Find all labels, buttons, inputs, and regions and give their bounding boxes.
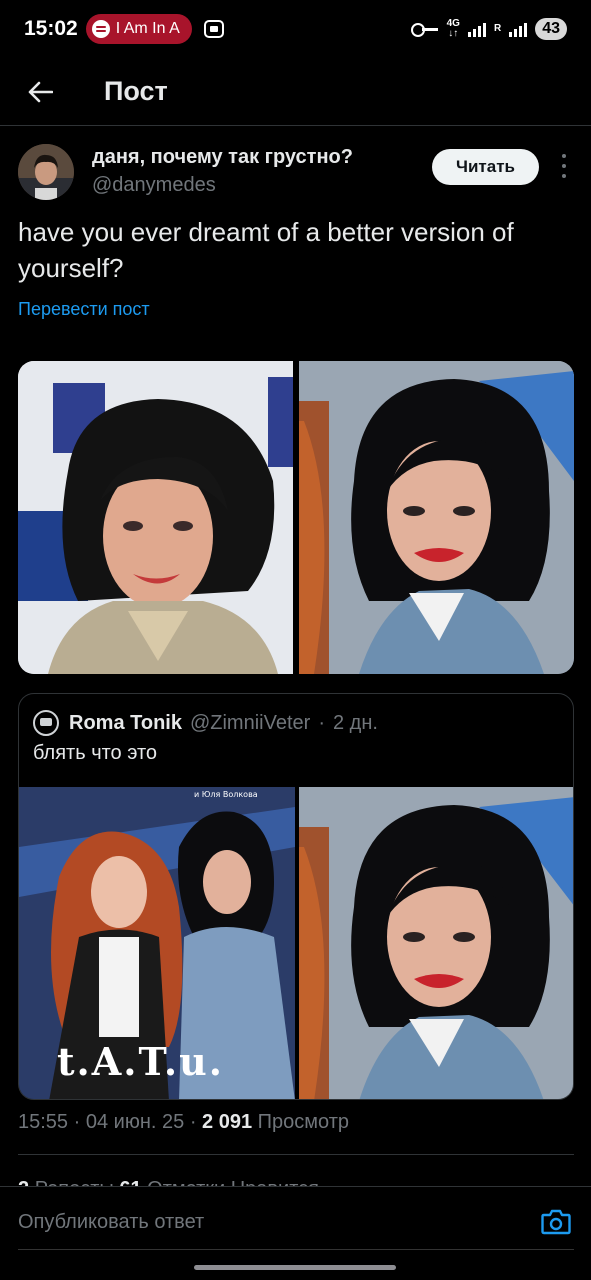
author-handle[interactable]: @danymedes bbox=[92, 174, 216, 197]
page-title: Пост bbox=[104, 76, 168, 106]
reply-composer: Опубликовать ответ bbox=[0, 1186, 591, 1250]
quoted-time-ago: 2 дн. bbox=[332, 711, 378, 734]
photo-dark-bob-woman-2 bbox=[299, 787, 573, 1099]
divider bbox=[18, 1154, 574, 1155]
status-bar: 15:02 I Am In A 4G ↓↑ R 43 bbox=[0, 0, 591, 58]
post-photo-2[interactable] bbox=[299, 361, 574, 674]
battery-indicator: 43 bbox=[535, 18, 567, 40]
author-avatar[interactable] bbox=[18, 144, 74, 200]
network-type: 4G ↓↑ bbox=[446, 18, 460, 39]
camera-icon bbox=[541, 1209, 571, 1235]
quoted-media: и Юля Волкова t.A.T.u. bbox=[19, 787, 573, 1099]
now-playing-title: I Am In A bbox=[115, 20, 180, 37]
status-icons: 4G ↓↑ R 43 bbox=[410, 18, 567, 40]
roaming-indicator: R bbox=[493, 23, 502, 34]
quoted-post-header: Roma Tonik @ZimniiVeter · 2 дн. bbox=[33, 710, 378, 736]
avatar-photo bbox=[18, 144, 74, 200]
vpn-key-icon bbox=[410, 22, 439, 37]
quoted-post-text: блять что это bbox=[33, 742, 158, 764]
translate-post-link[interactable]: Перевести пост bbox=[18, 299, 150, 320]
reply-underline bbox=[18, 1249, 574, 1250]
quoted-author-avatar bbox=[33, 710, 59, 736]
poster-caption: и Юля Волкова bbox=[194, 790, 258, 799]
author-name[interactable]: даня, почему так грустно? bbox=[92, 146, 353, 169]
reply-input[interactable]: Опубликовать ответ bbox=[18, 1211, 204, 1234]
post-timestamp-views: 15:55 · 04 июн. 25 · 2 091 Просмотр bbox=[18, 1111, 349, 1134]
signal-2-icon bbox=[509, 21, 528, 37]
top-app-bar: Пост bbox=[0, 58, 591, 126]
quoted-photo-2[interactable] bbox=[299, 787, 573, 1099]
post-header: даня, почему так грустно? @danymedes Чит… bbox=[0, 140, 591, 212]
views-label: Просмотр bbox=[257, 1111, 350, 1133]
home-indicator[interactable] bbox=[194, 1265, 396, 1270]
meta-separator-2: · bbox=[189, 1111, 197, 1133]
photo-dark-bob-woman bbox=[299, 361, 574, 674]
views-count: 2 091 bbox=[202, 1111, 253, 1133]
back-arrow-icon bbox=[28, 81, 53, 102]
screen-record-icon bbox=[203, 20, 224, 38]
spotify-icon bbox=[91, 20, 110, 38]
post-media bbox=[18, 361, 574, 674]
back-button[interactable] bbox=[0, 58, 80, 126]
more-options-icon[interactable] bbox=[556, 154, 572, 178]
quoted-separator: · bbox=[318, 711, 325, 734]
photo-older-woman bbox=[18, 361, 293, 674]
meta-separator: · bbox=[73, 1111, 81, 1133]
quoted-post[interactable]: Roma Tonik @ZimniiVeter · 2 дн. блять чт… bbox=[18, 693, 574, 1100]
quoted-photo-1[interactable]: и Юля Волкова t.A.T.u. bbox=[19, 787, 295, 1099]
post-time: 15:55 bbox=[18, 1111, 69, 1133]
status-time: 15:02 bbox=[24, 17, 78, 40]
follow-button[interactable]: Читать bbox=[432, 149, 539, 185]
post-text: have you ever dreamt of a better version… bbox=[18, 217, 514, 283]
camera-button[interactable] bbox=[541, 1209, 571, 1235]
quoted-author-name: Roma Tonik bbox=[69, 711, 182, 734]
post-photo-1[interactable] bbox=[18, 361, 293, 674]
tatu-logo-text: t.A.T.u. bbox=[57, 1039, 224, 1084]
signal-icon bbox=[467, 21, 486, 37]
quoted-author-handle: @ZimniiVeter bbox=[189, 711, 311, 734]
now-playing-chip[interactable]: I Am In A bbox=[85, 14, 192, 44]
post-date: 04 июн. 25 bbox=[85, 1111, 185, 1133]
